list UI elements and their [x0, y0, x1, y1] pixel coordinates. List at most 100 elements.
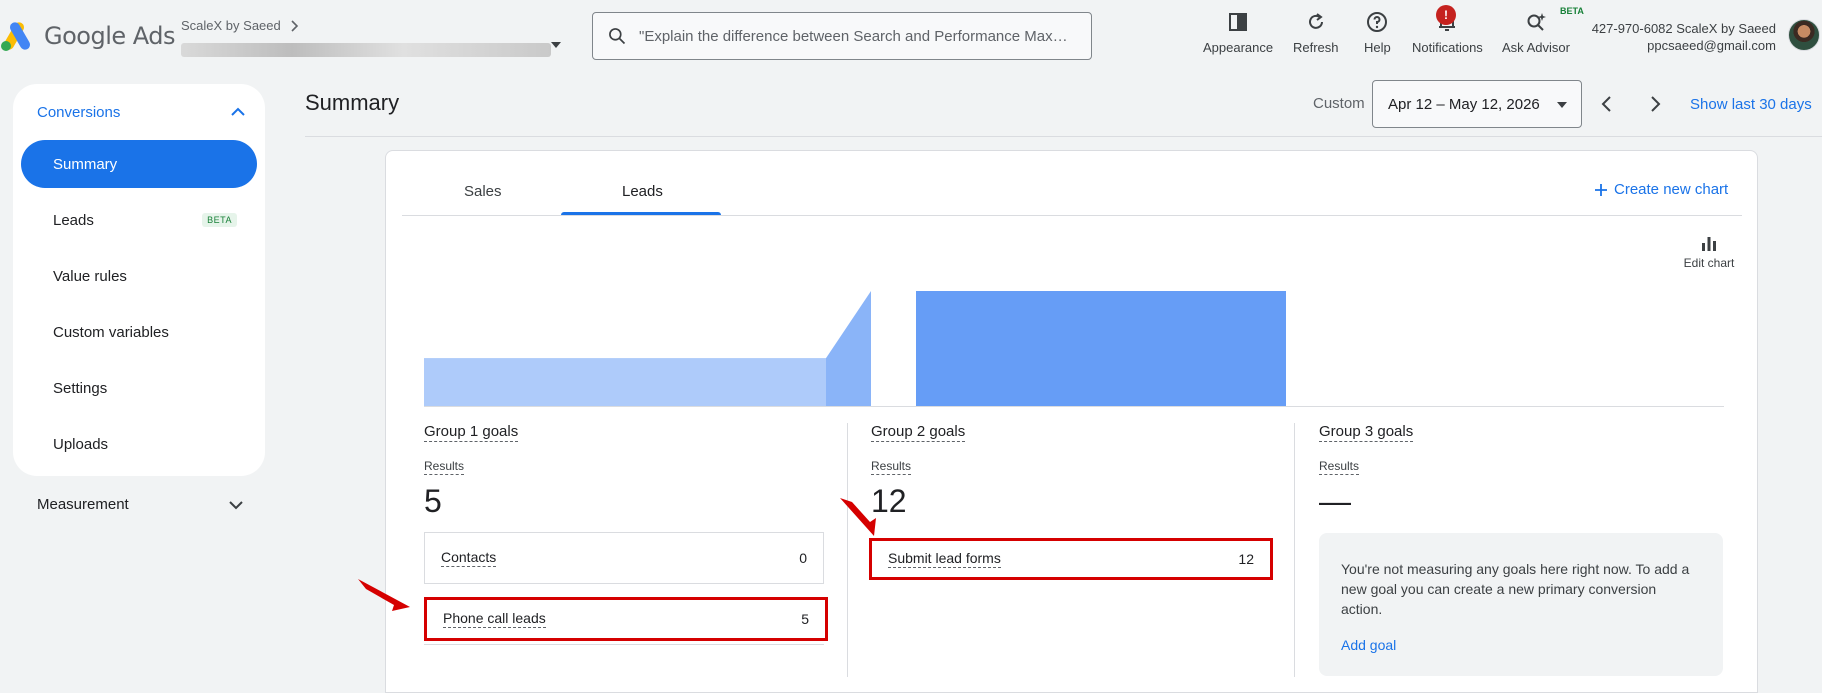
refresh-label: Refresh — [1293, 40, 1339, 55]
date-range-picker[interactable]: Apr 12 – May 12, 2026 — [1372, 80, 1582, 128]
notifications-button[interactable]: ! Notifications — [1412, 5, 1483, 55]
chevron-up-icon — [231, 107, 245, 116]
sidebar-item-uploads[interactable]: Uploads — [21, 420, 257, 468]
chart-bar-2 — [916, 291, 1286, 406]
group-title[interactable]: Group 2 goals — [871, 423, 966, 442]
results-value: — — [1319, 483, 1351, 519]
previous-period-button[interactable] — [1595, 92, 1619, 116]
side-nav: Conversions Summary Leads BETA Value rule… — [13, 84, 265, 476]
goal-row-phone-call-leads[interactable]: Phone call leads 5 — [424, 597, 828, 641]
appearance-label: Appearance — [1203, 40, 1274, 55]
results-label[interactable]: Results — [424, 459, 465, 475]
nav-section-measurement[interactable]: Measurement — [37, 496, 243, 513]
sidebar-item-label: Custom variables — [53, 323, 169, 341]
tab-sales[interactable]: Sales — [464, 183, 502, 200]
help-icon — [1367, 12, 1388, 32]
show-last-30-days-link[interactable]: Show last 30 days — [1690, 96, 1812, 113]
chevron-right-icon — [291, 19, 298, 32]
add-goal-link[interactable]: Add goal — [1341, 635, 1701, 655]
row-divider — [424, 644, 824, 645]
group-title[interactable]: Group 1 goals — [424, 423, 519, 442]
sidebar-item-label: Leads — [53, 211, 94, 229]
ask-advisor-button[interactable]: BETA Ask Advisor — [1502, 6, 1584, 55]
plus-icon — [1595, 183, 1607, 196]
avatar[interactable] — [1788, 19, 1820, 51]
refresh-icon — [1308, 13, 1323, 29]
goal-value: 0 — [799, 550, 807, 566]
edit-chart-button[interactable]: Edit chart — [1674, 235, 1744, 270]
google-ads-logo[interactable]: Google Ads — [0, 20, 176, 52]
goals-funnel-chart — [424, 291, 1286, 406]
sidebar-item-label: Uploads — [53, 435, 109, 453]
top-bar: Google Ads ScaleX by Saeed "Explain the … — [0, 0, 1822, 76]
ask-advisor-label: Ask Advisor — [1502, 40, 1570, 55]
sidebar-item-label: Settings — [53, 379, 108, 397]
group-3-goals: Group 3 goals Results — — [1319, 423, 1721, 519]
tabs-divider — [402, 215, 1742, 216]
appearance-icon — [1229, 13, 1248, 31]
page-title: Summary — [305, 90, 400, 115]
group-title[interactable]: Group 3 goals — [1319, 423, 1414, 442]
account-info[interactable]: 427-970-6082 ScaleX by Saeed ppcsaeed@gm… — [1592, 20, 1776, 54]
sidebar-item-custom-variables[interactable]: Custom variables — [21, 308, 257, 356]
create-new-chart-label: Create new chart — [1614, 181, 1729, 198]
search-icon — [609, 28, 626, 45]
goal-row-contacts[interactable]: Contacts 0 — [424, 532, 824, 584]
caret-down-icon[interactable] — [551, 42, 561, 48]
goal-row-submit-lead-forms[interactable]: Submit lead forms 12 — [869, 538, 1273, 580]
google-ads-logo-icon — [0, 20, 34, 52]
sidebar-item-label: Summary — [53, 155, 118, 173]
sidebar-item-label: Value rules — [53, 267, 127, 285]
group-divider — [1294, 423, 1295, 677]
chart-baseline — [424, 406, 1724, 407]
header-divider — [305, 136, 1822, 137]
goal-value: 12 — [1238, 551, 1254, 567]
nav-section-label: Conversions — [37, 103, 121, 121]
account-selector[interactable]: ScaleX by Saeed — [181, 18, 561, 57]
next-period-button[interactable] — [1643, 92, 1667, 116]
red-arrow-annotation — [840, 498, 876, 536]
bar-chart-icon — [1702, 237, 1716, 251]
results-label[interactable]: Results — [1319, 459, 1360, 475]
nav-section-conversions[interactable]: Conversions — [37, 100, 245, 124]
create-new-chart-button[interactable]: Create new chart — [1594, 181, 1728, 198]
help-label: Help — [1364, 40, 1391, 55]
sidebar-item-settings[interactable]: Settings — [21, 364, 257, 412]
group-divider — [847, 423, 848, 677]
account-id-line: 427-970-6082 ScaleX by Saeed — [1591, 21, 1776, 36]
chart-bar-1 — [424, 358, 826, 406]
date-range-type-label: Custom — [1313, 95, 1365, 112]
logo-text: Google Ads — [44, 22, 176, 50]
advisor-icon — [1527, 13, 1546, 31]
caret-down-icon — [1557, 102, 1567, 108]
group-2-goals: Group 2 goals Results 12 — [871, 423, 1273, 519]
results-label[interactable]: Results — [871, 459, 912, 475]
empty-goals-text: You're not measuring any goals here righ… — [1341, 561, 1690, 617]
goal-name[interactable]: Submit lead forms — [888, 550, 1001, 568]
edit-chart-label: Edit chart — [1683, 256, 1735, 270]
nav-section-label: Measurement — [37, 496, 129, 513]
results-value: 5 — [424, 483, 442, 519]
sidebar-item-summary[interactable]: Summary — [21, 140, 257, 188]
search-input[interactable]: "Explain the difference between Search a… — [592, 12, 1092, 60]
appearance-button[interactable]: Appearance — [1203, 10, 1273, 55]
tab-leads[interactable]: Leads — [622, 183, 663, 200]
goal-value: 5 — [801, 611, 809, 627]
account-email: ppcsaeed@gmail.com — [1647, 38, 1776, 53]
sidebar-item-value-rules[interactable]: Value rules — [21, 252, 257, 300]
chevron-down-icon — [229, 500, 243, 509]
search-placeholder: "Explain the difference between Search a… — [639, 27, 1069, 45]
account-name: ScaleX by Saeed — [181, 18, 281, 33]
sidebar-item-leads[interactable]: Leads BETA — [21, 196, 257, 244]
goal-name[interactable]: Contacts — [441, 549, 497, 567]
chart-transition-1 — [826, 291, 871, 406]
refresh-button[interactable]: Refresh — [1293, 10, 1339, 55]
help-button[interactable]: Help — [1364, 10, 1391, 55]
red-arrow-annotation — [358, 579, 410, 611]
notification-badge: ! — [1436, 5, 1456, 25]
summary-card: Sales Leads Create new chart Edit chart … — [385, 150, 1758, 693]
notifications-label: Notifications — [1412, 40, 1483, 55]
beta-tag: BETA — [1560, 6, 1584, 16]
goal-name[interactable]: Phone call leads — [443, 610, 546, 628]
account-id-blurred — [181, 43, 551, 57]
